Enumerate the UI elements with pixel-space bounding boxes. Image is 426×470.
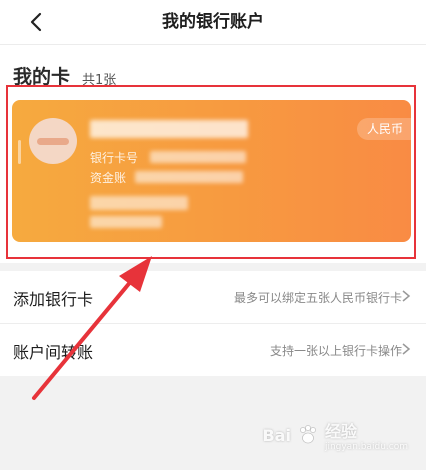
card-extra-redacted-2: [90, 216, 162, 228]
chevron-right-icon: [402, 290, 411, 302]
transfer-between-accounts-row[interactable]: 账户间转账 支持一张以上银行卡操作: [0, 324, 426, 376]
fund-account-redacted: [135, 171, 243, 183]
page-title: 我的银行账户: [162, 12, 264, 32]
my-cards-section: 我的卡 共1张 人民币 银行卡号 资金账: [0, 45, 426, 263]
watermark-text: Bai: [262, 425, 291, 445]
watermark-text-2: 经验: [324, 422, 357, 441]
chevron-right-icon: [402, 343, 411, 355]
section-title: 我的卡: [13, 66, 71, 88]
row-description: 最多可以绑定五张人民币银行卡: [233, 291, 402, 305]
card-number-label: 银行卡号: [90, 151, 139, 165]
row-title: 添加银行卡: [13, 290, 94, 309]
card-number-redacted: [150, 151, 246, 163]
bank-card[interactable]: 人民币 银行卡号 资金账: [12, 100, 411, 242]
watermark: Bai 经验 jingyan.baidu.com: [262, 418, 408, 452]
paw-icon: [300, 425, 316, 444]
card-edge-marker: [18, 140, 21, 164]
add-bank-card-row[interactable]: 添加银行卡 最多可以绑定五张人民币银行卡: [0, 271, 426, 324]
fund-account-label: 资金账: [90, 171, 127, 185]
row-description: 支持一张以上银行卡操作: [269, 344, 402, 358]
card-extra-redacted: [90, 196, 188, 210]
row-title: 账户间转账: [13, 343, 94, 362]
action-list: 添加银行卡 最多可以绑定五张人民币银行卡 账户间转账 支持一张以上银行卡操作: [0, 271, 426, 376]
bank-logo-icon: [29, 118, 77, 164]
watermark-sub: jingyan.baidu.com: [324, 442, 408, 452]
card-count: 共1张: [82, 73, 117, 88]
bank-name-redacted: [90, 120, 248, 138]
top-bar: 我的银行账户: [0, 0, 426, 45]
currency-badge: 人民币: [356, 118, 411, 140]
